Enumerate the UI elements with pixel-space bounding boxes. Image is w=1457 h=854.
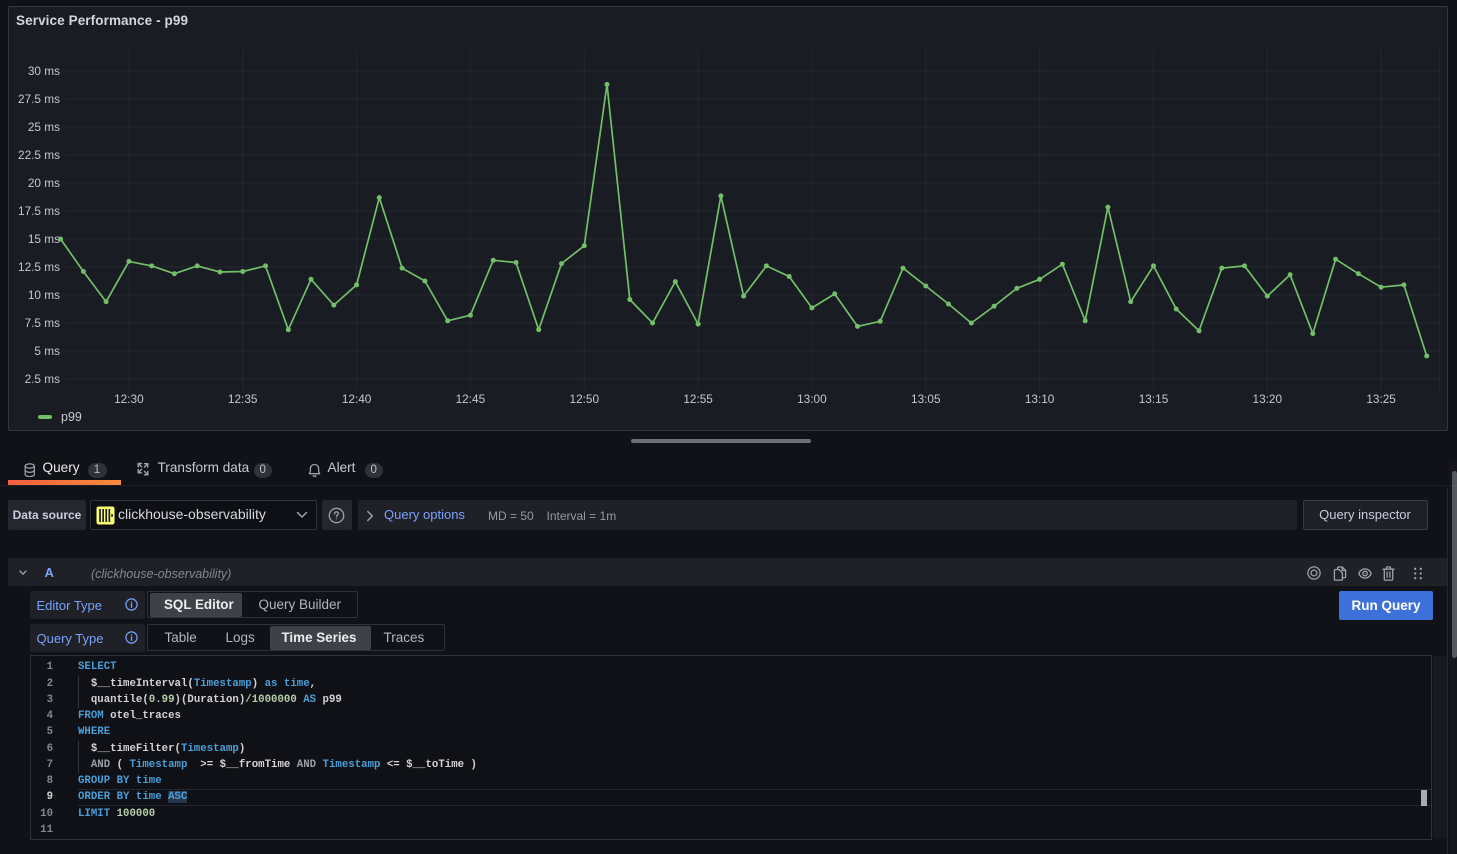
svg-text:12:50: 12:50 <box>570 392 600 406</box>
svg-text:12:40: 12:40 <box>342 392 372 406</box>
svg-text:27.5 ms: 27.5 ms <box>18 92 60 106</box>
svg-text:17.5 ms: 17.5 ms <box>18 204 60 218</box>
svg-text:20 ms: 20 ms <box>28 176 60 190</box>
svg-text:13:20: 13:20 <box>1253 392 1283 406</box>
svg-text:25 ms: 25 ms <box>28 120 60 134</box>
svg-text:12.5 ms: 12.5 ms <box>18 260 60 274</box>
svg-text:22.5 ms: 22.5 ms <box>18 148 60 162</box>
svg-text:12:35: 12:35 <box>228 392 258 406</box>
svg-text:13:15: 13:15 <box>1139 392 1169 406</box>
svg-text:12:45: 12:45 <box>456 392 486 406</box>
svg-text:13:10: 13:10 <box>1025 392 1055 406</box>
svg-text:5 ms: 5 ms <box>34 344 60 358</box>
svg-text:10 ms: 10 ms <box>28 288 60 302</box>
svg-text:15 ms: 15 ms <box>28 232 60 246</box>
svg-text:30 ms: 30 ms <box>28 64 60 78</box>
svg-text:12:55: 12:55 <box>683 392 713 406</box>
svg-text:13:00: 13:00 <box>797 392 827 406</box>
svg-text:12:30: 12:30 <box>114 392 144 406</box>
svg-text:7.5 ms: 7.5 ms <box>25 316 61 330</box>
svg-text:13:05: 13:05 <box>911 392 941 406</box>
svg-text:2.5 ms: 2.5 ms <box>25 372 61 386</box>
svg-text:13:25: 13:25 <box>1366 392 1396 406</box>
